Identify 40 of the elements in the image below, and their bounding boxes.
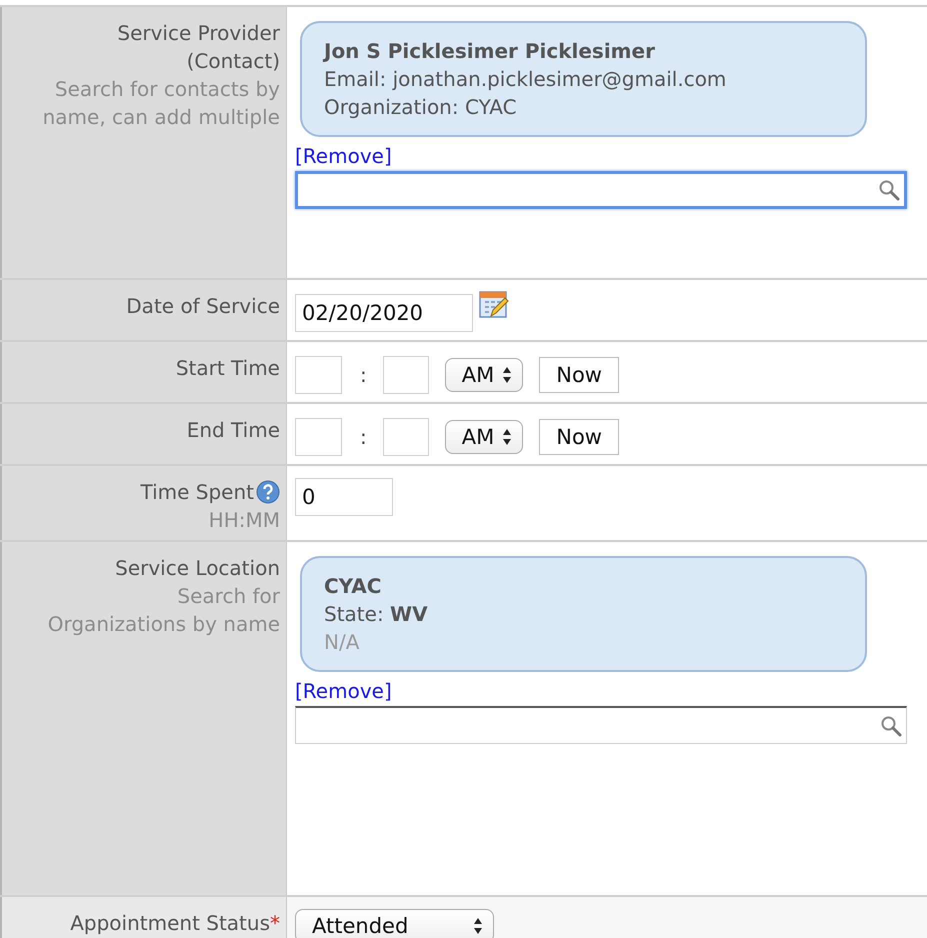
calendar-pencil-icon[interactable] [479, 290, 509, 320]
remove-link[interactable]: [Remove] [295, 678, 392, 704]
time-spent-field[interactable]: 0 [295, 478, 393, 516]
search-field[interactable] [295, 171, 907, 209]
now-button[interactable]: Now [539, 419, 619, 455]
field-hint: HH:MM [208, 507, 280, 534]
am-pm-select[interactable]: AM [444, 420, 524, 454]
card-detail: Organization: CYAC [324, 94, 518, 121]
time-separator: : [360, 425, 367, 449]
hour-field[interactable] [295, 418, 342, 456]
up-down-arrows-icon [502, 428, 512, 446]
appointment-status-select[interactable]: Attended [295, 909, 494, 938]
field-label: Service Provider (Contact) [116, 20, 280, 75]
field-label: Appointment Status* [69, 910, 280, 937]
card-detail: Email: jonathan.picklesimer@gmail.com [324, 66, 728, 93]
field-label: Start Time [174, 355, 280, 382]
up-down-arrows-icon [473, 917, 483, 935]
search-icon [880, 714, 902, 736]
card-detail: State: WV [324, 601, 429, 628]
field-hint: Search for Organizations by name [46, 583, 280, 638]
minute-field[interactable] [382, 418, 429, 456]
field-label: Date of Service [125, 293, 280, 320]
minute-field[interactable] [382, 356, 429, 394]
help-icon[interactable] [256, 480, 280, 504]
card-detail: N/A [324, 629, 360, 656]
up-down-arrows-icon [502, 366, 512, 384]
card-title: CYAC [324, 573, 382, 600]
field-label: Time Spent [140, 479, 254, 506]
field-hint: Search for contacts by name, can add multiple [42, 76, 280, 131]
search-icon [878, 179, 900, 201]
field-label: End Time [186, 417, 280, 444]
remove-link[interactable]: [Remove] [295, 143, 392, 169]
now-button[interactable]: Now [539, 357, 619, 393]
am-pm-select[interactable]: AM [444, 358, 524, 392]
time-separator: : [360, 363, 367, 387]
date-field[interactable]: 02/20/2020 [295, 294, 473, 332]
hour-field[interactable] [295, 356, 342, 394]
card-title: Jon S Picklesimer Picklesimer [324, 38, 656, 65]
field-label: Service Location [114, 555, 280, 582]
search-field[interactable] [295, 706, 907, 744]
